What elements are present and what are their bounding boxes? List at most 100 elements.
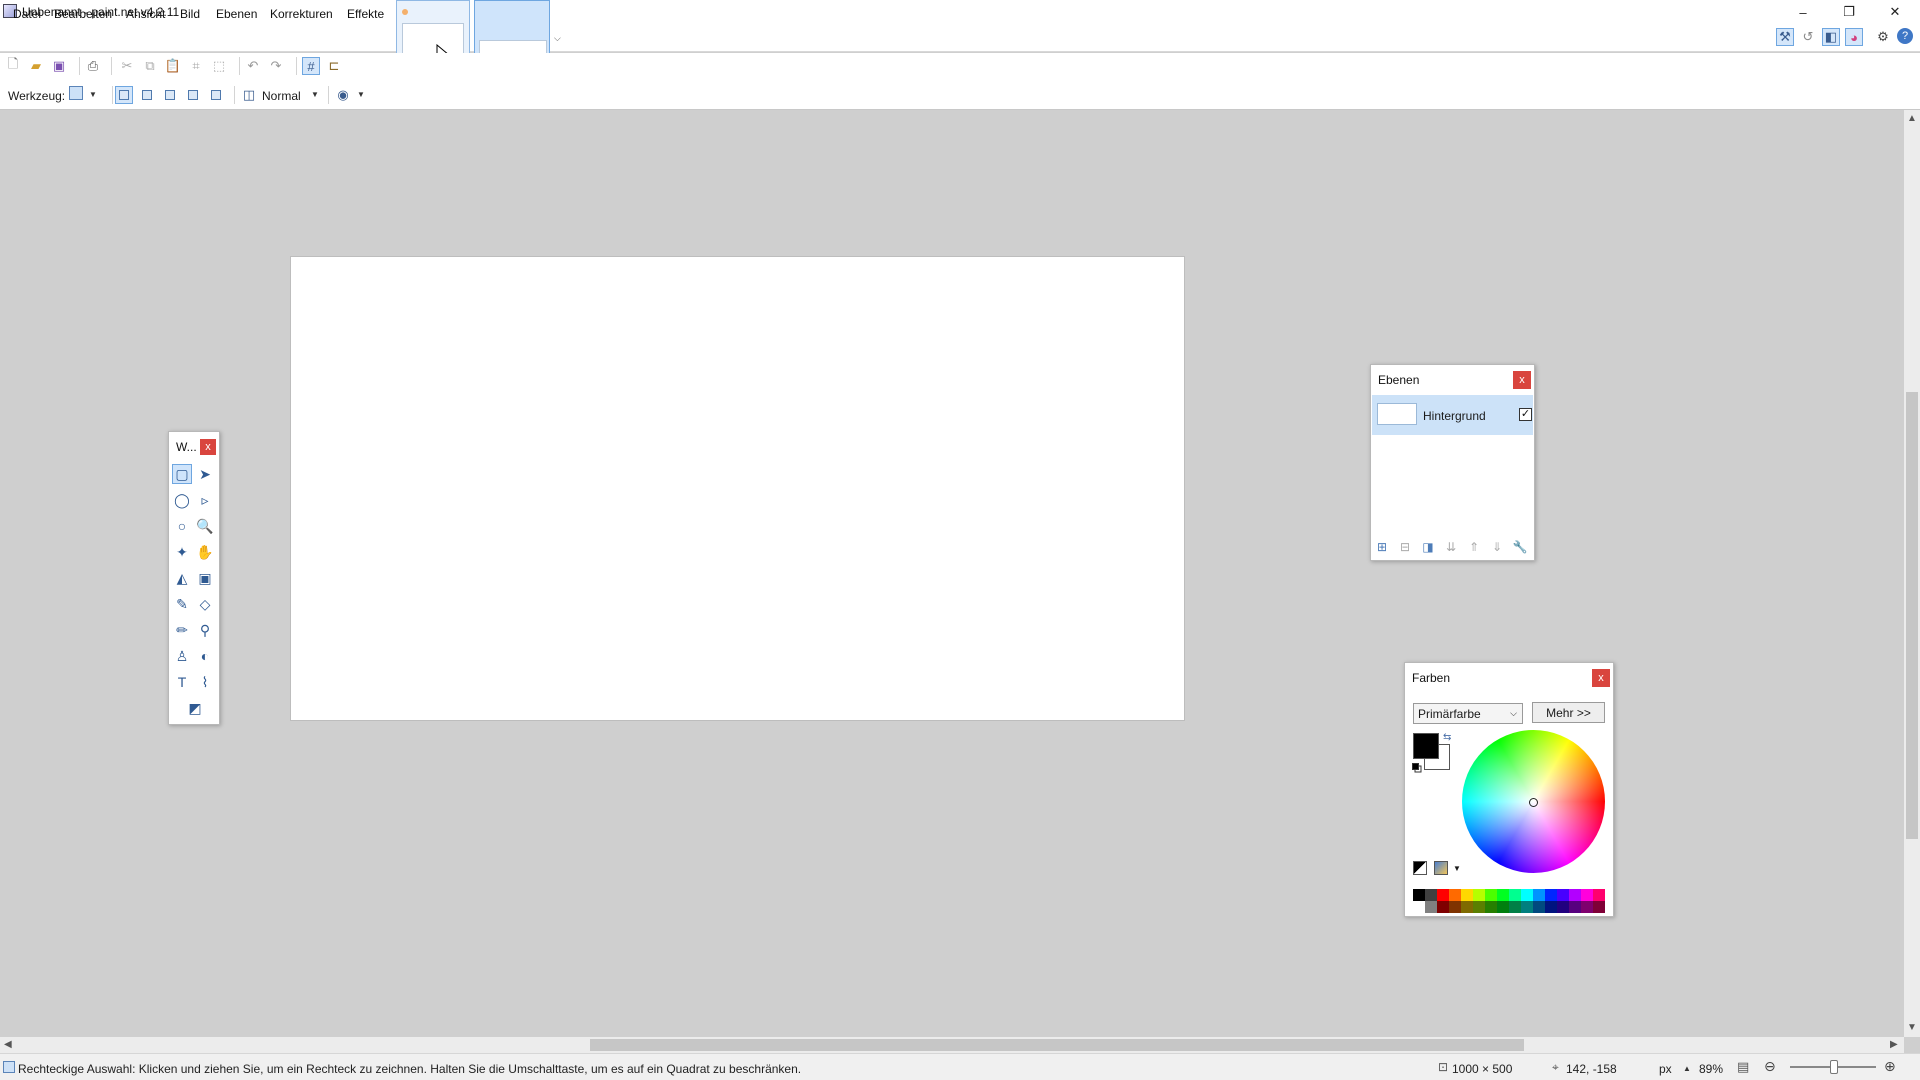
palette-swatch[interactable] [1581,889,1593,901]
colors-window-toggle-icon[interactable]: ◕ [1845,28,1863,46]
palette-swatch[interactable] [1461,901,1473,913]
minimize-button[interactable]: – [1780,0,1826,24]
palette-swatch[interactable] [1437,901,1449,913]
vertical-scrollbar-thumb[interactable] [1906,392,1918,839]
layers-window-toggle-icon[interactable]: ◧ [1822,28,1840,46]
menu-effekte[interactable]: Effekte [347,7,384,21]
shapes-tool-icon[interactable]: ◩ [174,698,216,718]
redo-icon[interactable]: ↷ [267,57,285,75]
palette-swatch[interactable] [1497,901,1509,913]
tabs-dropdown-chevron-icon[interactable]: ⌵ [554,33,561,44]
more-colors-button[interactable]: Mehr >> [1532,702,1605,723]
palette-swatch[interactable] [1425,901,1437,913]
palette-swatch[interactable] [1473,889,1485,901]
unit-chevron-up-icon[interactable]: ▲ [1683,1064,1691,1073]
duplicate-layer-icon[interactable]: ◨ [1420,539,1436,555]
antialiasing-chevron-down-icon[interactable]: ▼ [357,90,365,99]
palette-swatch[interactable] [1569,889,1581,901]
tools-window-toggle-icon[interactable]: ⚒ [1776,28,1794,46]
horizontal-scrollbar-thumb[interactable] [590,1039,1524,1051]
palette-swatch[interactable] [1545,889,1557,901]
palette-menu-icon[interactable] [1434,861,1448,875]
color-picker-tool-icon[interactable]: ⚲ [195,620,215,640]
palette-swatch[interactable] [1461,889,1473,901]
palette-swatch[interactable] [1509,889,1521,901]
menu-ansicht[interactable]: Ansicht [126,7,165,21]
move-layer-down-icon[interactable]: ⇓ [1489,539,1505,555]
palette-swatch[interactable] [1437,889,1449,901]
palette-swatch[interactable] [1449,901,1461,913]
history-window-toggle-icon[interactable]: ↺ [1799,28,1817,46]
magic-wand-tool-icon[interactable]: ✦ [172,542,192,562]
text-tool-icon[interactable]: T [172,672,192,692]
palette-swatch[interactable] [1521,901,1533,913]
close-button[interactable]: ✕ [1872,0,1918,24]
pan-tool-icon[interactable]: ✋ [195,542,215,562]
reset-colors-icon[interactable] [1412,763,1422,773]
rect-select-tool-icon[interactable]: ▢ [172,464,192,484]
add-layer-icon[interactable]: ⊞ [1374,539,1390,555]
move-layer-up-icon[interactable]: ⇑ [1466,539,1482,555]
fit-window-icon[interactable]: ▤ [1737,1059,1749,1075]
selection-mode-replace[interactable] [115,86,133,104]
palette-swatch[interactable] [1509,901,1521,913]
copy-icon[interactable]: ⧉ [141,57,159,75]
open-file-icon[interactable]: ▰ [27,57,45,75]
palette-swatch[interactable] [1473,901,1485,913]
scroll-right-arrow-icon[interactable]: ▶ [1890,1039,1898,1050]
zoom-level[interactable]: 89% [1699,1062,1723,1076]
zoom-in-icon[interactable]: ⊕ [1884,1058,1896,1075]
menu-bearbeiten[interactable]: Bearbeiten [54,7,112,21]
color-wheel-marker[interactable] [1529,798,1538,807]
zoom-slider-thumb[interactable] [1830,1060,1838,1074]
antialiasing-icon[interactable]: ◉ [334,86,352,104]
lasso-select-tool-icon[interactable]: ◯ [172,490,192,510]
palette-swatch[interactable] [1521,889,1533,901]
layer-row-background[interactable]: Hintergrund ✓ [1372,395,1533,435]
line-curve-tool-icon[interactable]: ⌇ [195,672,215,692]
image-canvas[interactable] [290,256,1185,721]
palette-chevron-down-icon[interactable]: ▼ [1453,864,1461,873]
crop-to-selection-icon[interactable]: ⌗ [187,57,205,75]
move-selection-tool-icon[interactable]: ➤ [195,464,215,484]
help-icon[interactable]: ? [1897,28,1913,44]
clone-stamp-tool-icon[interactable]: ♙ [172,646,192,666]
menu-datei[interactable]: Datei [13,7,41,21]
blend-mode-icon[interactable]: ◫ [240,86,258,104]
layer-visibility-checkbox[interactable]: ✓ [1519,408,1532,421]
selection-mode-invert[interactable] [207,86,225,104]
print-icon[interactable]: ⎙ [84,57,102,75]
palette-swatch[interactable] [1449,889,1461,901]
palette-swatch[interactable] [1413,901,1425,913]
palette-swatch[interactable] [1557,889,1569,901]
palette-swatch[interactable] [1533,901,1545,913]
paste-icon[interactable]: 📋 [164,57,182,75]
layer-properties-wrench-icon[interactable]: 🔧 [1512,539,1528,555]
selection-mode-intersect[interactable] [184,86,202,104]
delete-layer-icon[interactable]: ⊟ [1397,539,1413,555]
merge-layer-down-icon[interactable]: ⇊ [1443,539,1459,555]
layers-window-close-button[interactable]: x [1513,371,1531,389]
paintbrush-tool-icon[interactable]: ✎ [172,594,192,614]
zoom-tool-icon[interactable]: 🔍 [195,516,215,536]
palette-swatch[interactable] [1581,901,1593,913]
cut-icon[interactable]: ✂ [118,57,136,75]
eraser-tool-icon[interactable]: ◇ [195,594,215,614]
recolor-tool-icon[interactable]: ◐ [195,646,215,666]
save-file-icon[interactable]: ▣ [50,57,68,75]
palette-add-icon[interactable] [1413,861,1427,875]
menu-bild[interactable]: Bild [180,7,200,21]
selection-mode-exclude[interactable] [161,86,179,104]
tools-window-close-button[interactable]: x [200,439,216,455]
paint-bucket-tool-icon[interactable]: ◭ [172,568,192,588]
deselect-icon[interactable]: ⬚ [210,57,228,75]
scroll-up-arrow-icon[interactable]: ▲ [1907,113,1917,124]
new-file-icon[interactable]: 🗋 [4,56,22,75]
undo-icon[interactable]: ↶ [244,57,262,75]
scroll-left-arrow-icon[interactable]: ◀ [4,1039,12,1050]
swap-colors-icon[interactable]: ⇆ [1443,732,1451,743]
colors-window-close-button[interactable]: x [1592,669,1610,687]
maximize-button[interactable]: ❐ [1826,0,1872,24]
pencil-tool-icon[interactable]: ✏ [172,620,192,640]
color-mode-select[interactable]: Primärfarbe ⌵ [1413,703,1523,724]
